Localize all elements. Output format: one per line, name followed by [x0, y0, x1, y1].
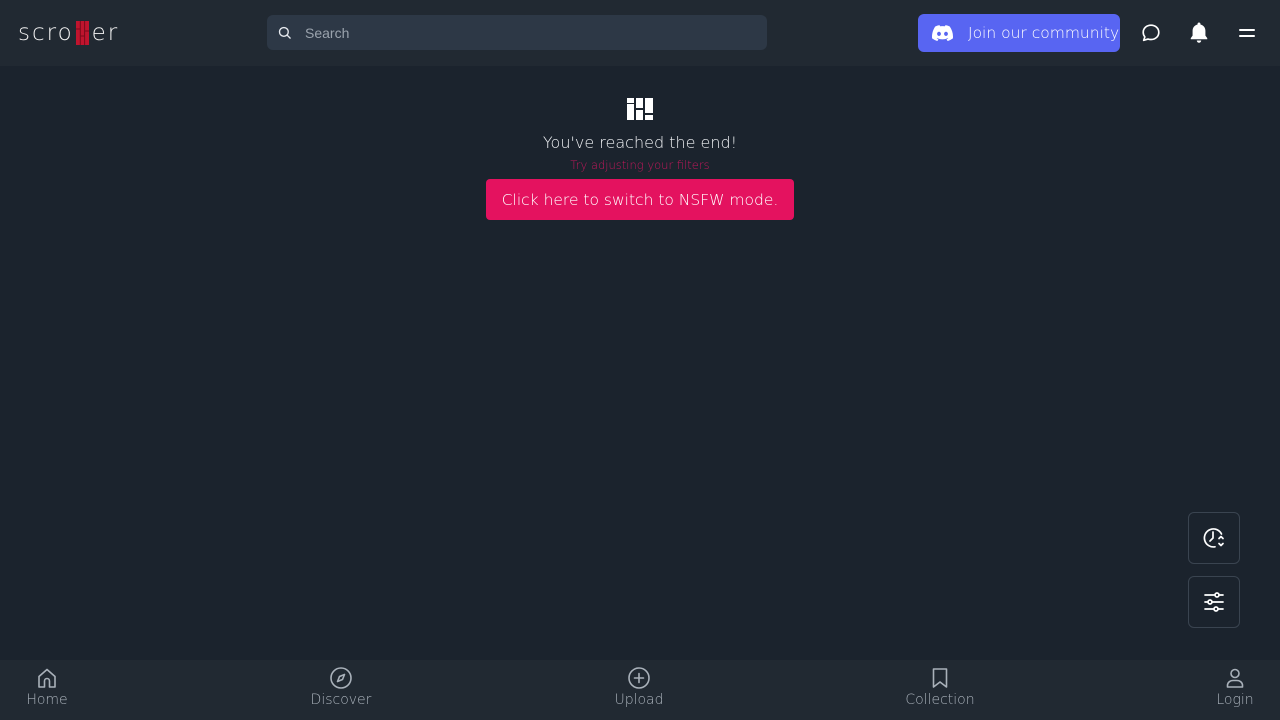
nav-home[interactable]: Home: [22, 666, 72, 718]
logo[interactable]: scro er: [18, 17, 119, 49]
plus-circle-icon: [627, 666, 651, 690]
chat-bubble-icon[interactable]: [1139, 21, 1163, 45]
nav-label: Discover: [310, 692, 372, 708]
search-icon: [277, 25, 292, 40]
logo-mark-icon: [75, 21, 89, 45]
nav-label: Collection: [905, 692, 975, 708]
top-bar: scro er Join our community: [0, 0, 1280, 66]
nav-collection[interactable]: Collection: [900, 666, 980, 718]
search-input[interactable]: [305, 24, 745, 41]
filters-button[interactable]: [1188, 576, 1240, 628]
sort-button[interactable]: [1188, 512, 1240, 564]
switch-nsfw-button[interactable]: Click here to switch to NSFW mode.: [485, 179, 795, 220]
search-bar[interactable]: [267, 15, 767, 50]
nav-upload[interactable]: Upload: [609, 666, 669, 718]
discord-icon: [932, 25, 953, 41]
columns-icon: [627, 96, 653, 122]
end-of-feed-panel: You've reached the end! Try adjusting yo…: [0, 96, 1280, 220]
bookmark-icon: [928, 666, 952, 690]
bell-icon[interactable]: [1187, 21, 1211, 45]
nav-discover[interactable]: Discover: [306, 666, 376, 718]
nav-label: Home: [26, 692, 68, 708]
home-icon: [35, 666, 59, 690]
logo-text-right: er: [91, 20, 120, 46]
end-subtitle: Try adjusting your filters: [570, 158, 710, 172]
nav-label: Upload: [614, 692, 664, 708]
sliders-icon: [1203, 591, 1225, 613]
end-title: You've reached the end!: [542, 133, 738, 152]
join-community-label: Join our community: [968, 24, 1120, 42]
bottom-nav: Home Discover Upload Collection Login: [0, 660, 1280, 720]
join-community-button[interactable]: Join our community: [918, 14, 1120, 52]
nav-label: Login: [1216, 692, 1254, 708]
logo-text-left: scro: [18, 20, 74, 46]
clock-sort-icon: [1201, 525, 1227, 551]
menu-icon[interactable]: [1235, 21, 1259, 45]
compass-icon: [329, 666, 353, 690]
nav-login[interactable]: Login: [1212, 666, 1258, 718]
user-icon: [1223, 666, 1247, 690]
